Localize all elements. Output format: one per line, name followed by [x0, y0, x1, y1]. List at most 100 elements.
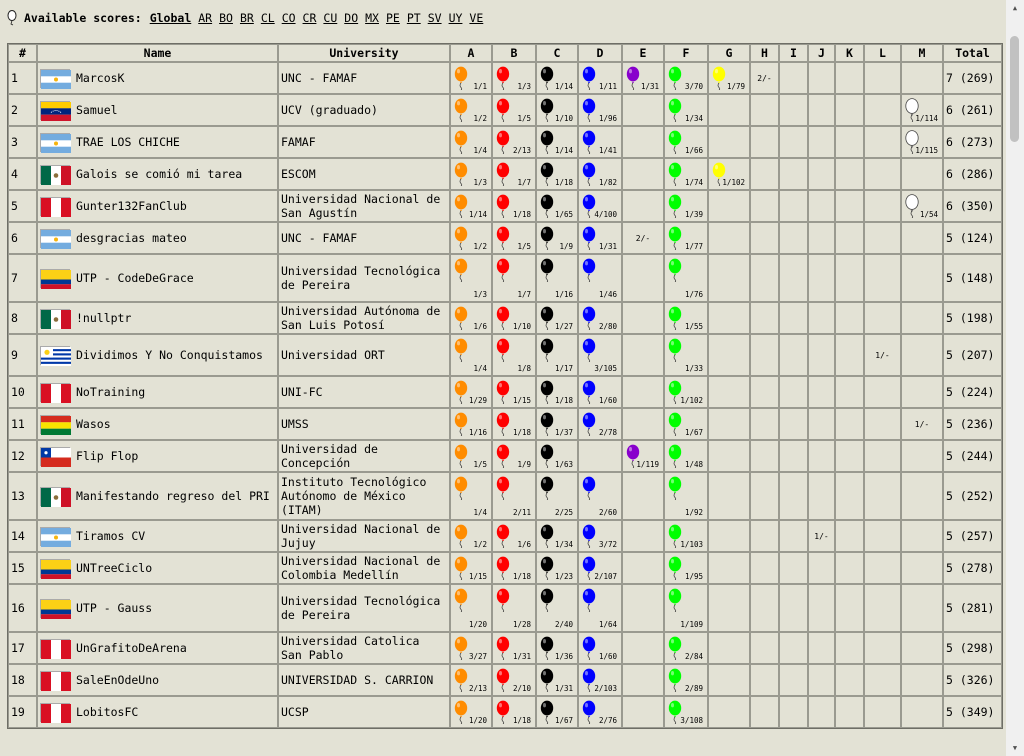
team-name: Flip Flop [76, 448, 139, 463]
problem-cell-d: 2/107 [578, 552, 622, 584]
score-link-pt[interactable]: PT [407, 11, 421, 25]
solve-score: 1/31 [554, 684, 573, 693]
problem-cell-g [708, 408, 750, 440]
team-name-cell: Dividimos Y No Conquistamos [37, 334, 278, 376]
balloon-icon [495, 66, 511, 91]
score-link-global[interactable]: Global [150, 11, 192, 25]
problem-cell-k [835, 94, 864, 126]
problem-cell-h [750, 334, 779, 376]
solve-score: 2/13 [468, 684, 487, 693]
problem-cell-j [808, 472, 835, 520]
problem-cell-h [750, 520, 779, 552]
scroll-up-arrow-icon[interactable]: ▲ [1006, 0, 1024, 16]
problem-cell-g [708, 334, 750, 376]
balloon-icon [581, 98, 597, 123]
problem-cell-i [779, 254, 808, 302]
score-link-do[interactable]: DO [344, 11, 358, 25]
problem-cell-j [808, 584, 835, 632]
problem-cell-i [779, 158, 808, 190]
problem-cell-g [708, 632, 750, 664]
score-link-cr[interactable]: CR [303, 11, 317, 25]
problem-cell-f: 2/84 [664, 632, 708, 664]
problem-cell-e [622, 408, 664, 440]
problem-cell-i [779, 62, 808, 94]
score-link-sv[interactable]: SV [428, 11, 442, 25]
solve-score: 1/54 [919, 210, 938, 219]
team-name-cell: Galois se comió mi tarea [37, 158, 278, 190]
balloon-icon [539, 258, 555, 283]
problem-cell-m [901, 696, 943, 728]
problem-cell-k [835, 190, 864, 222]
table-row: 14 Tiramos CV Universidad Nacional de Juju… [8, 520, 1002, 552]
solve-score: 1/67 [554, 716, 573, 725]
problem-cell-f: 1/39 [664, 190, 708, 222]
team-name-cell: !nullptr [37, 302, 278, 334]
flag-ar-icon [40, 526, 71, 547]
problem-cell-j [808, 334, 835, 376]
team-name-cell: MarcosK [37, 62, 278, 94]
balloon-icon [495, 556, 511, 581]
score-link-bo[interactable]: BO [219, 11, 233, 25]
col-total: Total [943, 44, 1002, 62]
problem-cell-h [750, 696, 779, 728]
score-link-co[interactable]: CO [282, 11, 296, 25]
score-link-uy[interactable]: UY [449, 11, 463, 25]
balloon-icon [581, 130, 597, 155]
vertical-scrollbar[interactable]: ▲ ▼ [1006, 0, 1024, 756]
team-name: Samuel [76, 102, 118, 117]
problem-cell-j [808, 440, 835, 472]
balloon-icon [453, 588, 469, 613]
flag-cl-icon [40, 446, 71, 467]
solve-score: 1/4 [473, 364, 487, 373]
col-problem-f: F [664, 44, 708, 62]
score-link-cl[interactable]: CL [261, 11, 275, 25]
solve-score: 1/20 [468, 716, 487, 725]
flag-mx-icon [40, 164, 71, 185]
problem-cell-a: 1/4 [450, 334, 492, 376]
score-link-mx[interactable]: MX [365, 11, 379, 25]
solve-score: 1/28 [512, 620, 531, 629]
flag-bo-icon [40, 414, 71, 435]
rank-cell: 9 [8, 334, 37, 376]
solve-score: 1/66 [684, 146, 703, 155]
solve-score: 1/6 [473, 322, 487, 331]
problem-cell-j [808, 190, 835, 222]
solve-score: 1/76 [684, 290, 703, 299]
scroll-down-arrow-icon[interactable]: ▼ [1006, 740, 1024, 756]
problem-cell-m [901, 254, 943, 302]
problem-cell-c: 1/63 [536, 440, 578, 472]
solve-score: 1/63 [554, 460, 573, 469]
score-link-cu[interactable]: CU [323, 11, 337, 25]
problem-cell-e [622, 552, 664, 584]
problem-cell-m [901, 664, 943, 696]
balloon-icon [667, 338, 683, 363]
university-cell: Universidad Tecnológica de Pereira [278, 584, 450, 632]
balloon-icon [453, 162, 469, 187]
problem-cell-c: 1/16 [536, 254, 578, 302]
solve-score: 1/10 [512, 322, 531, 331]
problem-cell-j [808, 552, 835, 584]
scores-bar: Available scores: Global AR BO BR CL CO CR CU DO… [6, 8, 490, 28]
balloon-icon [667, 66, 683, 91]
solve-score: 1/102 [680, 396, 703, 405]
balloon-icon [495, 306, 511, 331]
balloon-icon [453, 412, 469, 437]
solve-score: 1/18 [512, 572, 531, 581]
score-link-ve[interactable]: VE [469, 11, 483, 25]
total-cell: 5 (278) [943, 552, 1002, 584]
balloon-icon [904, 194, 920, 219]
problem-cell-f: 1/33 [664, 334, 708, 376]
score-link-ar[interactable]: AR [198, 11, 212, 25]
problem-cell-f: 1/95 [664, 552, 708, 584]
score-link-br[interactable]: BR [240, 11, 254, 25]
solve-score: 2/76 [598, 716, 617, 725]
solve-score: 1/46 [598, 290, 617, 299]
solve-score: 1/102 [722, 178, 745, 187]
solve-score: 2/10 [512, 684, 531, 693]
score-link-pe[interactable]: PE [386, 11, 400, 25]
scroll-thumb[interactable] [1010, 36, 1019, 142]
rank-cell: 10 [8, 376, 37, 408]
solve-score: 2/11 [512, 508, 531, 517]
solve-score: 1/67 [684, 428, 703, 437]
problem-cell-m [901, 222, 943, 254]
